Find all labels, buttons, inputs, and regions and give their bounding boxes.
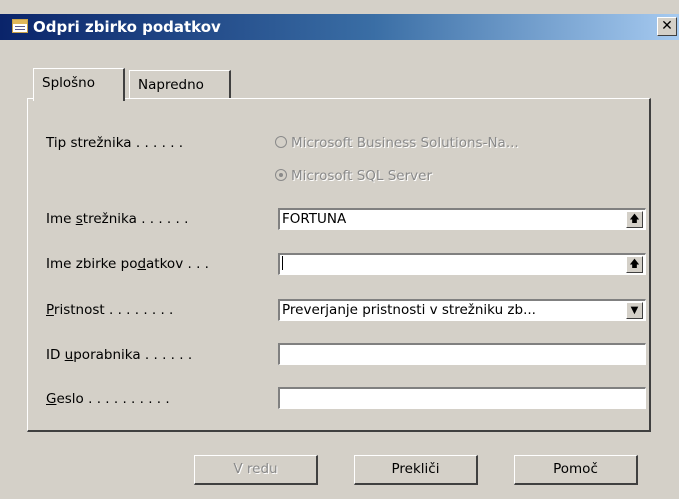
server-name-label-pre: Ime [46, 211, 76, 227]
help-button[interactable]: Pomoč [514, 455, 638, 485]
radio-option-navision-label: Microsoft Business Solutions-Na... [291, 135, 519, 151]
ok-button-label: V redu [233, 461, 278, 477]
radio-unchecked-icon [275, 136, 287, 148]
server-name-value: FORTUNA [282, 211, 347, 227]
authentication-dropdown-button[interactable]: ▼ [626, 302, 643, 319]
database-name-label: Ime zbirke podatkov . . . [46, 256, 209, 272]
user-id-label: ID uporabnika . . . . . . [46, 347, 192, 363]
tab-advanced-label: Napredno [138, 77, 204, 93]
server-name-input[interactable]: FORTUNA 🡅 [278, 208, 646, 230]
password-dots: . . . . . . . . . . [88, 391, 170, 407]
tab-advanced[interactable]: Napredno [129, 70, 231, 98]
ok-button[interactable]: V redu [194, 455, 318, 485]
title-bar[interactable]: Odpri zbirko podatkov ✕ [0, 14, 679, 40]
password-label-post: eslo [56, 391, 84, 407]
server-name-dots: . . . . . . [141, 211, 189, 227]
database-table-icon [12, 19, 28, 33]
database-name-label-post: atkov [146, 256, 184, 272]
authentication-select[interactable]: Preverjanje pristnosti v strežniku zb...… [278, 299, 646, 321]
authentication-label: Pristnost . . . . . . . . [46, 302, 173, 318]
user-id-label-post: porabnika [73, 347, 141, 363]
password-input[interactable] [278, 387, 646, 409]
server-name-mnemonic: s [75, 211, 83, 227]
database-name-lookup-button[interactable]: 🡅 [626, 256, 643, 273]
user-id-dots: . . . . . . [144, 347, 193, 363]
authentication-label-post: ristnost [53, 302, 105, 318]
window-title: Odpri zbirko podatkov [33, 18, 221, 36]
chevron-down-icon: ▼ [630, 305, 639, 316]
server-type-label: Tip strežnika . . . . . . [46, 135, 183, 151]
dialog-window: Odpri zbirko podatkov ✕ Splošno Napredno… [0, 0, 679, 499]
authentication-mnemonic: P [46, 302, 54, 318]
server-name-label: Ime strežnika . . . . . . [46, 211, 188, 227]
cancel-button-label: Prekliči [391, 461, 440, 477]
database-name-mnemonic: d [137, 256, 147, 272]
server-type-dots: . . . . . . [135, 135, 184, 151]
cancel-button[interactable]: Prekliči [354, 455, 478, 485]
user-id-mnemonic: u [64, 347, 74, 363]
password-label: Geslo . . . . . . . . . . [46, 391, 170, 407]
server-name-lookup-button[interactable]: 🡅 [626, 211, 643, 228]
database-name-label-pre: Ime zbirke po [46, 256, 138, 272]
database-name-input[interactable]: 🡅 [278, 253, 646, 275]
radio-option-navision[interactable]: Microsoft Business Solutions-Na... [275, 135, 519, 151]
server-name-label-post: trežnika [82, 211, 137, 227]
up-arrow-icon: 🡅 [629, 214, 640, 225]
database-name-dots: . . . [187, 256, 209, 272]
radio-checked-icon [275, 169, 287, 181]
radio-option-sql-server[interactable]: Microsoft SQL Server [275, 168, 432, 184]
server-type-label-text: Tip strežnika [46, 135, 132, 151]
help-button-label: Pomoč [553, 461, 598, 477]
tab-general[interactable]: Splošno [33, 68, 125, 101]
authentication-value: Preverjanje pristnosti v strežniku zb... [282, 302, 536, 318]
authentication-dots: . . . . . . . . [108, 302, 174, 318]
user-id-input[interactable] [278, 343, 646, 365]
close-button[interactable]: ✕ [657, 17, 677, 36]
radio-option-sql-server-label: Microsoft SQL Server [291, 168, 433, 184]
user-id-label-pre: ID [46, 347, 65, 363]
password-mnemonic: G [46, 391, 57, 407]
tab-general-label: Splošno [42, 75, 95, 91]
up-arrow-icon: 🡅 [629, 259, 640, 270]
text-caret [282, 256, 283, 270]
